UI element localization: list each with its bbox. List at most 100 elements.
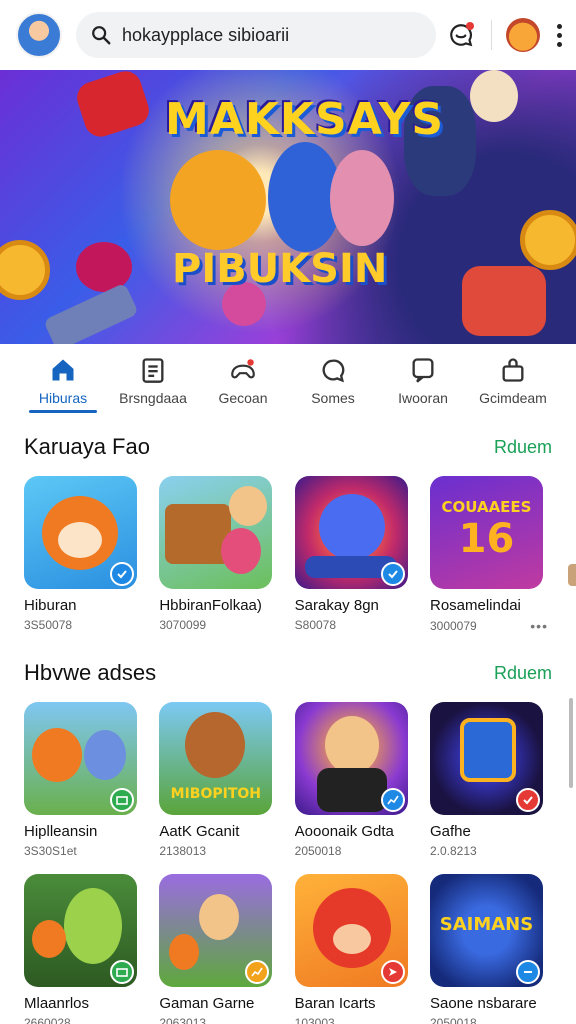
- send-icon: [380, 960, 405, 984]
- tab-gcimdeam[interactable]: Gcimdeam: [473, 356, 553, 426]
- search-bar[interactable]: hokaypplace sibioarii: [76, 12, 436, 58]
- tab-hiburas[interactable]: Hiburas: [23, 356, 103, 426]
- app-card[interactable]: Gafhe 2.0.8213: [429, 702, 548, 858]
- hero-subtitle: PIBUKSIN: [172, 246, 388, 292]
- app-meta: 3S50078: [24, 618, 73, 632]
- app-meta: 2063013: [159, 1016, 207, 1024]
- app-meta: 3000079: [429, 619, 477, 633]
- scrollbar[interactable]: [569, 698, 573, 788]
- tab-label: Hiburas: [38, 390, 88, 406]
- app-title: Baran Icarts: [294, 995, 376, 1012]
- side-handle[interactable]: [568, 564, 576, 586]
- tab-label: Somes: [311, 390, 355, 406]
- app-meta: 2050018: [429, 1016, 477, 1024]
- bear-character: [170, 150, 266, 250]
- app-thumbnail: [294, 702, 408, 815]
- tab-somes[interactable]: Somes: [293, 356, 373, 426]
- app-meta: 103003: [294, 1016, 335, 1024]
- app-meta: S80078: [294, 618, 337, 632]
- hero-title: MAKKSAYS: [165, 94, 445, 145]
- app-title: Aooonaik Gdta: [294, 823, 394, 840]
- profile-mascot-icon[interactable]: [506, 18, 540, 52]
- app-title: HbbiranFolkaa): [159, 597, 262, 614]
- chat-icon: [319, 356, 347, 384]
- app-meta: 2.0.8213: [429, 844, 477, 858]
- section-title: Karuaya Fao: [24, 434, 150, 459]
- chart-icon: [380, 788, 405, 812]
- app-card[interactable]: HbbiranFolkaa) 3070099: [159, 476, 277, 634]
- red-play-button-icon: [462, 266, 546, 336]
- app-thumbnail: [159, 874, 273, 987]
- tab-iwooran[interactable]: Iwooran: [383, 356, 463, 426]
- app-card[interactable]: MIBOPITOH AatK Gcanit 2138013: [159, 702, 277, 858]
- mascot-character: [470, 70, 518, 122]
- app-row: Mlaanrlos 2660028 Gaman Garne 2063013 Ba…: [24, 874, 548, 1024]
- check-icon: [380, 562, 405, 586]
- girl-character: [330, 150, 394, 246]
- search-icon: [92, 26, 111, 45]
- section-header: Karuaya Fao Rduem: [24, 434, 552, 460]
- home-icon: [49, 356, 77, 384]
- chart-icon: [245, 960, 270, 984]
- coin-icon: [520, 210, 576, 270]
- app-thumbnail: [159, 476, 273, 589]
- app-thumbnail: [24, 702, 137, 815]
- divider: [491, 20, 492, 50]
- app-title: Hiburan: [24, 597, 77, 614]
- app-title: Gafhe: [429, 823, 471, 840]
- app-title: Hiplleansin: [24, 823, 98, 840]
- app-meta: 2050018: [294, 844, 342, 858]
- clipboard-icon: [139, 356, 167, 384]
- bag-icon: [499, 356, 527, 384]
- minus-icon: [515, 960, 540, 984]
- app-thumbnail: COUAAEES 16: [429, 476, 543, 589]
- app-thumbnail: [294, 874, 408, 987]
- more-options-button[interactable]: •••: [530, 618, 548, 634]
- tab-brsngdaaa[interactable]: Brsngdaaa: [113, 356, 193, 426]
- check-icon: [515, 788, 540, 812]
- app-title: Gaman Garne: [159, 995, 255, 1012]
- app-meta: 3070099: [159, 618, 207, 632]
- app-card[interactable]: Sarakay 8gn S80078: [294, 476, 413, 634]
- tab-label: Iwooran: [398, 390, 448, 406]
- app-card[interactable]: Hiplleansin 3S30S1et: [24, 702, 142, 858]
- app-thumbnail: [294, 476, 408, 589]
- see-all-link[interactable]: Rduem: [494, 437, 552, 458]
- app-title: Mlaanrlos: [24, 995, 90, 1012]
- app-thumbnail: SAIMANS: [429, 874, 543, 987]
- app-card[interactable]: Baran Icarts 103003: [294, 874, 413, 1024]
- app-row: Hiburan 3S50078 HbbiranFolkaa) 3070099 S…: [24, 476, 548, 634]
- app-meta: 2660028: [24, 1016, 71, 1024]
- controller-icon: [229, 356, 257, 384]
- app-thumbnail: [24, 476, 137, 589]
- tab-gecoan[interactable]: Gecoan: [203, 356, 283, 426]
- category-tabs: Hiburas Brsngdaaa Gecoan Somes Iwooran G…: [0, 356, 576, 426]
- notification-button[interactable]: [445, 19, 477, 51]
- app-card[interactable]: Mlaanrlos 2660028: [24, 874, 142, 1024]
- see-all-link[interactable]: Rduem: [494, 663, 552, 684]
- more-menu-button[interactable]: [554, 23, 564, 47]
- tab-label: Brsngdaaa: [119, 390, 187, 406]
- red-play-button-icon: [72, 70, 154, 141]
- app-card[interactable]: SAIMANS Saone nsbarare 2050018: [429, 874, 548, 1024]
- app-meta: 2138013: [159, 844, 207, 858]
- app-card[interactable]: Hiburan 3S50078: [24, 476, 142, 634]
- app-card[interactable]: Aooonaik Gdta 2050018: [294, 702, 413, 858]
- app-card[interactable]: Gaman Garne 2063013: [159, 874, 277, 1024]
- app-thumbnail: [429, 702, 543, 815]
- app-title: Rosamelindai: [429, 597, 521, 614]
- section-header: Hbvwe adses Rduem: [24, 660, 552, 686]
- avatar[interactable]: [16, 12, 62, 58]
- card-icon: [110, 788, 134, 812]
- coin-icon: [0, 240, 50, 300]
- hero-banner[interactable]: MAKKSAYS PIBUKSIN: [0, 70, 576, 344]
- app-thumbnail: MIBOPITOH: [159, 702, 273, 815]
- active-tab-indicator: [29, 410, 97, 413]
- search-input[interactable]: hokaypplace sibioarii: [122, 25, 289, 46]
- app-title: Sarakay 8gn: [294, 597, 379, 614]
- app-card[interactable]: COUAAEES 16 Rosamelindai 3000079 •••: [429, 476, 548, 634]
- card-icon: [110, 960, 134, 984]
- check-icon: [110, 562, 134, 586]
- app-title: AatK Gcanit: [159, 823, 240, 840]
- app-thumbnail: [24, 874, 137, 987]
